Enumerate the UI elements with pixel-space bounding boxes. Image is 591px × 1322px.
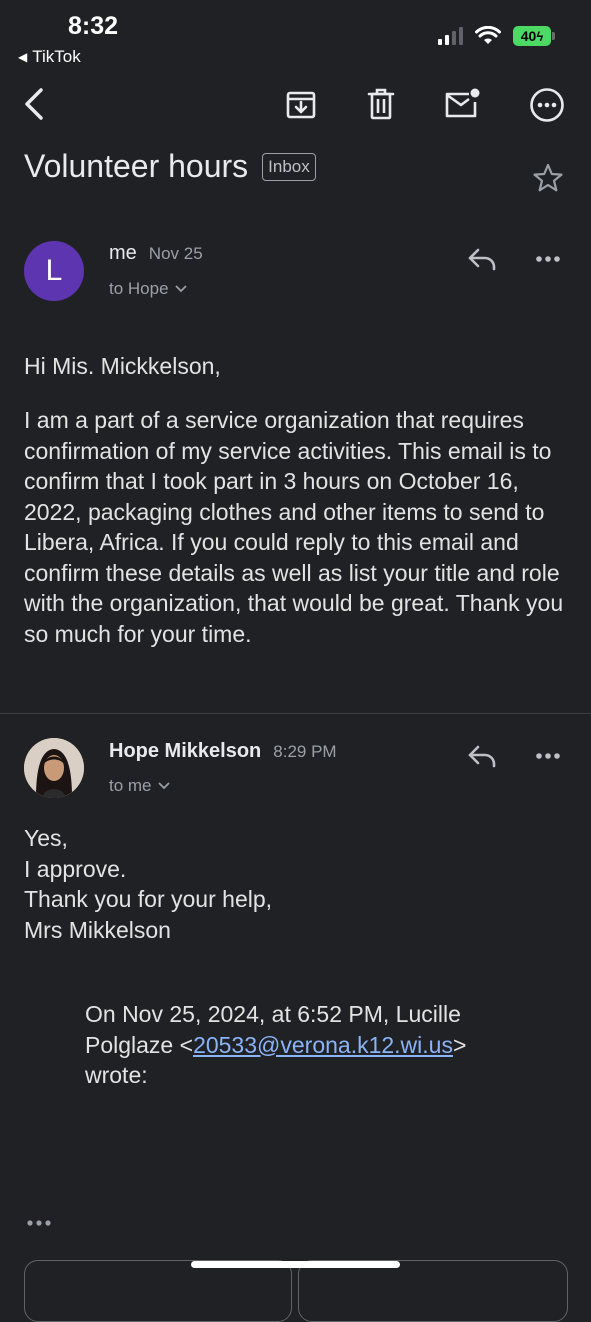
battery-icon: 40 ϟ <box>513 26 555 46</box>
email-subject-row: Volunteer hours Inbox <box>24 148 316 185</box>
recipients-toggle[interactable]: to me <box>109 776 170 796</box>
smart-reply-chip[interactable] <box>298 1260 568 1322</box>
message-line: Yes, <box>24 825 68 851</box>
reply-icon[interactable] <box>462 736 502 776</box>
message-divider <box>0 713 591 714</box>
message-line: Mrs Mikkelson <box>24 916 171 943</box>
message-greeting: Hi Mis. Mickkelson, <box>24 353 221 379</box>
quote-suffix: > <box>452 1031 467 1058</box>
wifi-icon <box>475 26 501 44</box>
battery-level: 40 <box>520 28 537 44</box>
more-circle-icon[interactable] <box>527 85 567 125</box>
star-icon[interactable] <box>528 158 568 198</box>
message-line: Thank you for your help, <box>24 886 273 912</box>
quote-email-link[interactable]: 20533@verona.k12.wi.us <box>193 1032 453 1058</box>
quoted-header: On Nov 25, 2024, at 6:52 PM, Lucille Pol… <box>85 999 525 1091</box>
back-arrow-icon[interactable] <box>14 84 54 124</box>
recipients-toggle[interactable]: to Hope <box>109 279 187 299</box>
message-date: Nov 25 <box>148 244 203 263</box>
message-body: I am a part of a service organization th… <box>24 407 564 647</box>
archive-icon[interactable] <box>281 84 321 124</box>
email-subject: Volunteer hours <box>24 148 249 184</box>
message-line: I approve. <box>24 855 127 882</box>
status-time: 8:32 <box>68 12 119 40</box>
chevron-down-icon <box>157 782 170 790</box>
message-more-icon[interactable] <box>528 239 568 279</box>
message-more-icon[interactable] <box>528 736 568 776</box>
message-date: 8:29 PM <box>273 742 337 761</box>
mark-unread-icon[interactable] <box>442 84 482 124</box>
sender-name: Hope Mikkelson <box>109 740 262 762</box>
avatar[interactable]: L <box>24 241 84 301</box>
back-triangle-icon: ◀ <box>18 50 28 64</box>
chevron-down-icon <box>174 285 187 293</box>
quote-wrote: wrote: <box>85 1062 148 1088</box>
sender-name: me <box>109 242 137 264</box>
home-indicator <box>191 1261 400 1268</box>
status-indicators: 40 ϟ <box>438 26 555 46</box>
recipients-label: to me <box>109 776 152 795</box>
trash-icon[interactable] <box>361 84 401 124</box>
reply-icon[interactable] <box>462 239 502 279</box>
show-trimmed-icon[interactable] <box>26 1215 52 1233</box>
smart-reply-chip[interactable] <box>24 1260 292 1322</box>
back-app-label: TikTok <box>32 47 81 66</box>
recipients-label: to Hope <box>109 279 169 298</box>
inbox-label[interactable]: Inbox <box>262 152 316 181</box>
message-header: Hope Mikkelson 8:29 PM <box>109 740 337 763</box>
avatar[interactable] <box>24 738 84 798</box>
message-header: me Nov 25 <box>109 242 203 265</box>
cellular-signal-icon <box>438 27 463 45</box>
message-body: Yes, I approve. Thank you for your help,… <box>24 823 569 945</box>
back-to-app-link[interactable]: ◀ TikTok <box>18 47 81 67</box>
